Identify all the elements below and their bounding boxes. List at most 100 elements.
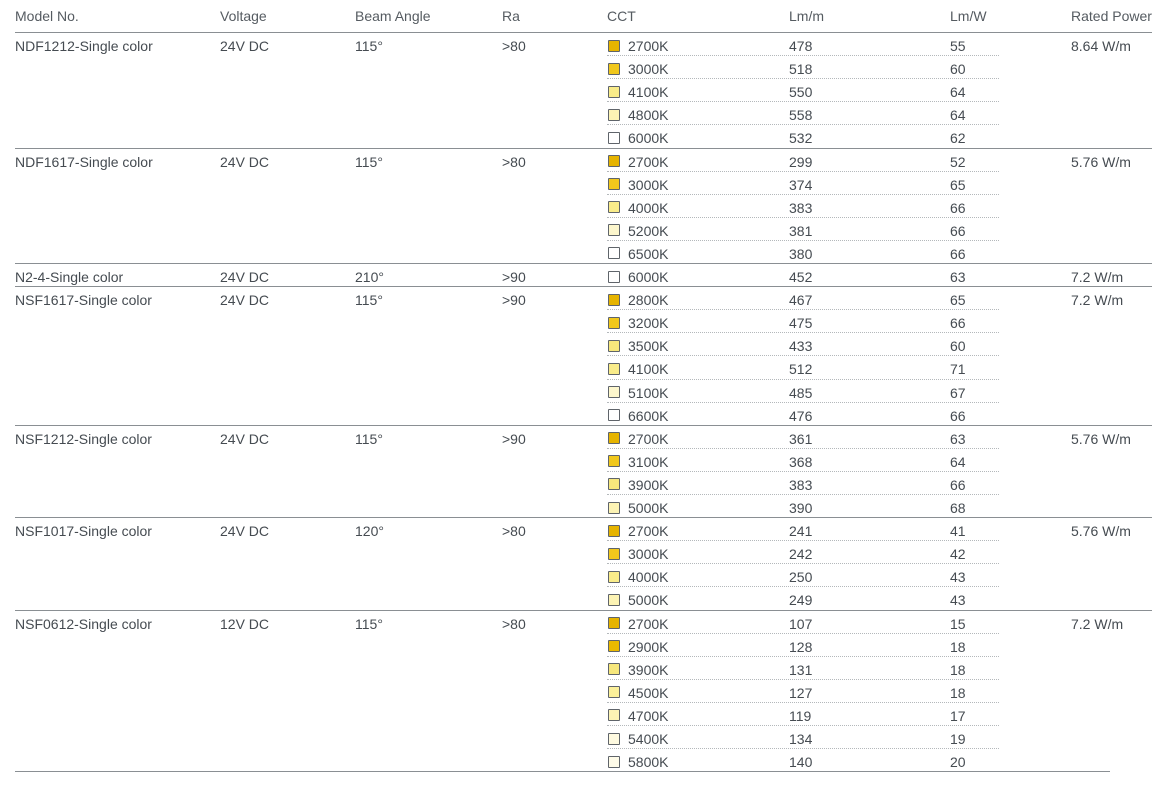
model-name: NSF0612-Single color bbox=[15, 615, 152, 632]
lm-per-m-value: 478 bbox=[789, 38, 813, 54]
ra-value: >80 bbox=[502, 523, 526, 540]
lm-per-m-value: 518 bbox=[789, 61, 813, 78]
row-divider bbox=[607, 678, 999, 680]
row-divider bbox=[607, 748, 999, 750]
rated-power-value: 5.76 W/m bbox=[1071, 153, 1131, 170]
lm-per-w-value: 64 bbox=[950, 84, 966, 101]
lm-per-w-value: 15 bbox=[950, 615, 966, 632]
cct-value: 2800K bbox=[628, 292, 669, 309]
group-rule bbox=[15, 424, 1152, 426]
cct-swatch bbox=[608, 617, 620, 629]
lm-per-w-value: 62 bbox=[950, 130, 966, 147]
lm-per-m-value: 381 bbox=[789, 222, 813, 239]
cct-swatch bbox=[608, 709, 620, 722]
cct-swatch bbox=[608, 640, 620, 653]
model-name: NDF1212-Single color bbox=[15, 38, 153, 54]
cct-swatch bbox=[608, 293, 620, 306]
cct-swatch bbox=[608, 755, 620, 768]
voltage-value: 12V DC bbox=[220, 615, 270, 632]
lm-per-w-value: 18 bbox=[950, 638, 966, 655]
row-divider bbox=[607, 586, 999, 588]
row-divider bbox=[607, 309, 999, 311]
rated-power-value: 7.2 W/m bbox=[1071, 269, 1124, 285]
lm-per-m-value: 107 bbox=[789, 615, 813, 632]
cct-swatch bbox=[608, 732, 620, 745]
lm-per-m-value: 250 bbox=[789, 569, 813, 586]
cct-swatch bbox=[608, 85, 620, 98]
row-divider bbox=[607, 355, 999, 357]
cct-swatch bbox=[608, 409, 620, 422]
group-rule bbox=[15, 771, 1110, 773]
lm-per-w-value: 63 bbox=[950, 269, 966, 285]
row-divider bbox=[607, 470, 999, 472]
lm-per-w-value: 66 bbox=[950, 476, 966, 493]
voltage-value: 24V DC bbox=[220, 153, 270, 170]
lm-per-w-value: 60 bbox=[950, 338, 966, 355]
lm-per-m-value: 383 bbox=[789, 199, 813, 216]
row-divider bbox=[607, 540, 999, 542]
lm-per-m-value: 127 bbox=[789, 684, 813, 701]
cct-value: 2700K bbox=[628, 523, 669, 540]
cct-value: 3000K bbox=[628, 546, 669, 563]
beam-angle-value: 210° bbox=[355, 269, 384, 285]
cct-value: 3900K bbox=[628, 661, 669, 678]
group-rule bbox=[15, 147, 1152, 149]
cct-value: 5000K bbox=[628, 500, 669, 516]
lm-per-w-value: 60 bbox=[950, 61, 966, 78]
lm-per-w-value: 43 bbox=[950, 569, 966, 586]
lm-per-m-value: 558 bbox=[789, 107, 813, 124]
group-rule bbox=[15, 609, 1152, 611]
lm-per-m-value: 383 bbox=[789, 476, 813, 493]
cct-swatch bbox=[608, 316, 620, 329]
voltage-value: 24V DC bbox=[220, 523, 270, 540]
cct-value: 6500K bbox=[628, 245, 669, 262]
lm-per-m-value: 374 bbox=[789, 176, 813, 193]
row-divider bbox=[607, 239, 999, 241]
lm-per-m-value: 140 bbox=[789, 754, 813, 771]
cct-swatch bbox=[608, 39, 620, 52]
row-divider bbox=[607, 193, 999, 195]
row-divider bbox=[607, 725, 999, 726]
lm-per-m-value: 131 bbox=[789, 661, 813, 678]
voltage-value: 24V DC bbox=[220, 292, 270, 309]
beam-angle-value: 115° bbox=[355, 430, 383, 447]
lm-per-w-value: 66 bbox=[950, 407, 966, 424]
ra-value: >80 bbox=[502, 615, 526, 632]
cct-value: 2700K bbox=[628, 38, 669, 54]
cct-swatch bbox=[608, 270, 620, 283]
led-spec-table: Model No. Voltage Beam Angle Ra CCT Lm/m… bbox=[0, 0, 1166, 785]
ra-value: >90 bbox=[502, 430, 526, 447]
lm-per-w-value: 64 bbox=[950, 453, 966, 470]
cct-value: 3500K bbox=[628, 338, 669, 355]
rated-power-value: 8.64 W/m bbox=[1071, 38, 1131, 54]
cct-value: 4100K bbox=[628, 84, 669, 101]
lm-per-w-value: 68 bbox=[950, 500, 966, 516]
lm-per-w-value: 67 bbox=[950, 384, 966, 401]
cct-value: 4500K bbox=[628, 684, 669, 701]
lm-per-m-value: 119 bbox=[789, 707, 812, 724]
row-divider bbox=[607, 216, 999, 218]
cct-value: 5800K bbox=[628, 754, 669, 771]
model-name: NSF1617-Single color bbox=[15, 292, 152, 309]
beam-angle-value: 115° bbox=[355, 292, 383, 309]
cct-value: 6000K bbox=[628, 130, 669, 147]
row-divider bbox=[607, 494, 999, 495]
cct-swatch bbox=[608, 62, 620, 75]
header-ra: Ra bbox=[502, 8, 520, 24]
row-divider bbox=[607, 101, 999, 103]
lm-per-w-value: 20 bbox=[950, 754, 966, 771]
cct-swatch bbox=[608, 201, 620, 214]
row-divider bbox=[607, 632, 999, 634]
lm-per-w-value: 66 bbox=[950, 245, 966, 262]
cct-swatch bbox=[608, 501, 620, 514]
cct-swatch bbox=[608, 455, 620, 468]
row-divider bbox=[607, 55, 999, 57]
lm-per-w-value: 17 bbox=[950, 707, 966, 724]
cct-value: 6600K bbox=[628, 407, 669, 424]
cct-value: 4000K bbox=[628, 199, 669, 216]
voltage-value: 24V DC bbox=[220, 430, 270, 447]
lm-per-m-value: 128 bbox=[789, 638, 813, 655]
cct-value: 4100K bbox=[628, 361, 669, 378]
lm-per-m-value: 512 bbox=[789, 361, 813, 378]
model-name: N2-4-Single color bbox=[15, 269, 124, 285]
